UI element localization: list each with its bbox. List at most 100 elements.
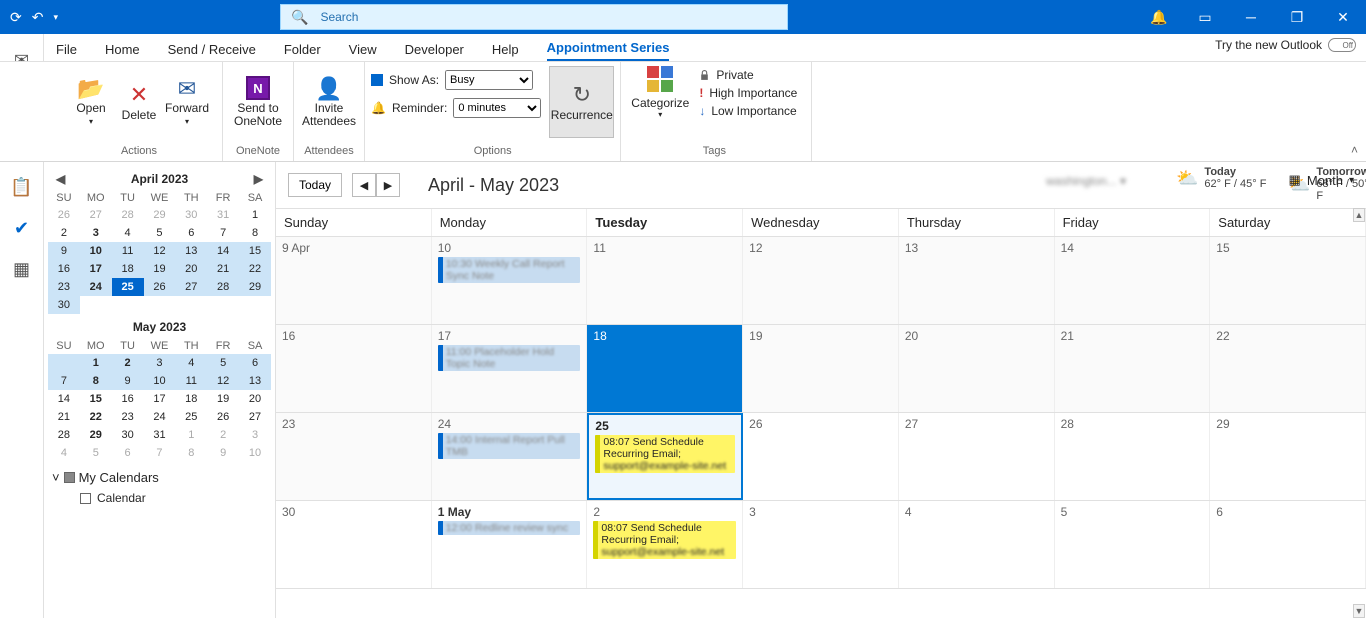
rail-todo-icon[interactable]: ✔ [0,218,43,239]
scroll-arrows[interactable]: ▲▼ [1352,208,1366,618]
calendar-title: April - May 2023 [428,175,559,196]
mini-month-april: April 2023 [131,172,188,186]
view-picker[interactable]: ▦ Month ▾ [1289,172,1354,188]
tab-help[interactable]: Help [492,42,519,61]
tab-view[interactable]: View [349,42,377,61]
next-period-button[interactable]: ▶ [376,173,400,197]
day-cell[interactable]: 1 May 12:00 Redline review sync [432,501,588,588]
show-as-select[interactable]: Busy [445,70,533,90]
search-icon: 🔍 [291,9,308,26]
tab-developer[interactable]: Developer [405,42,464,61]
lock-icon [699,70,710,81]
day-cell-today[interactable]: 25 08:07 Send Schedule Recurring Email;s… [587,413,743,500]
day-cell[interactable]: 30 [276,501,432,588]
rail-tasks-icon[interactable]: 📋 [0,177,43,198]
appointment-recurring[interactable]: 08:07 Send Schedule Recurring Email;supp… [593,521,736,559]
refresh-icon[interactable]: ⟳ [10,9,22,26]
open-button[interactable]: 📂Open▾ [66,66,116,136]
account-label[interactable]: washington... ▾ [1046,174,1126,188]
day-cell[interactable]: 17 11:00 Placeholder Hold Topic Note [432,325,588,412]
day-cell[interactable]: 27 [899,413,1055,500]
invite-attendees-button[interactable]: 👤 Invite Attendees [304,66,354,136]
notifications-icon[interactable]: 🔔 [1136,9,1182,26]
day-cell[interactable]: 10 10:30 Weekly Call Report Sync Note [432,237,588,324]
title-bar: ⟳ ↶ ▾ 🔍 Search 🔔 ▭ ─ ❐ ✕ [0,0,1366,34]
day-cell[interactable]: 9 Apr [276,237,432,324]
onenote-icon: N [246,74,270,102]
appointment-recurring[interactable]: 08:07 Send Schedule Recurring Email;supp… [595,435,735,473]
day-cell[interactable]: 3 [743,501,899,588]
tab-file[interactable]: File [56,42,77,61]
day-cell[interactable]: 24 14:00 Internal Report Pull TMB [432,413,588,500]
tablet-mode-icon[interactable]: ▭ [1182,9,1228,26]
busy-color-icon [371,74,383,86]
day-cell[interactable]: 19 [743,325,899,412]
search-box[interactable]: 🔍 Search [280,4,788,30]
group-tags-label: Tags [703,145,726,159]
minimize-icon[interactable]: ─ [1228,9,1274,25]
day-cell[interactable]: 21 [1055,325,1211,412]
mini-calendar-april[interactable]: SUMOTUWETHFRSA 2627282930311 2345678 910… [48,190,271,314]
day-cell[interactable]: 4 [899,501,1055,588]
high-importance-icon: ! [699,86,703,100]
person-add-icon: 👤 [315,74,342,102]
high-importance-button[interactable]: !High Importance [699,86,797,100]
group-attendees-label: Attendees [304,145,354,159]
maximize-icon[interactable]: ❐ [1274,9,1320,26]
chevron-down-icon: ▾ [1349,175,1354,186]
scroll-up-icon: ▲ [1353,208,1365,222]
day-cell[interactable]: 20 [899,325,1055,412]
appointment[interactable]: 12:00 Redline review sync [438,521,581,535]
close-icon[interactable]: ✕ [1320,9,1366,26]
appointment[interactable]: 14:00 Internal Report Pull TMB [438,433,581,459]
reminder-select[interactable]: 0 minutes [453,98,541,118]
tab-folder[interactable]: Folder [284,42,321,61]
day-cell[interactable]: 6 [1210,501,1366,588]
prev-period-button[interactable]: ◀ [352,173,376,197]
day-cell-selected[interactable]: 18 [587,325,743,412]
scroll-down-icon: ▼ [1353,604,1365,618]
qat-more-icon[interactable]: ▾ [53,12,58,23]
day-cell[interactable]: 28 [1055,413,1211,500]
categories-icon [647,66,673,92]
send-onenote-button[interactable]: N Send to OneNote [233,66,283,136]
forward-button[interactable]: ✉Forward▾ [162,66,212,136]
categorize-button[interactable]: Categorize▾ [631,66,689,119]
tab-home[interactable]: Home [105,42,140,61]
mini-calendar-may[interactable]: SUMOTUWETHFRSA 123456 78910111213 141516… [48,338,271,462]
weather-today[interactable]: ⛅ Today62° F / 45° F [1176,166,1266,190]
day-cell[interactable]: 23 [276,413,432,500]
rail-more-icon[interactable]: ▦ [0,259,43,280]
toggle-off[interactable]: Off [1328,38,1356,52]
day-cell[interactable]: 12 [743,237,899,324]
day-cell[interactable]: 14 [1055,237,1211,324]
appointment[interactable]: 11:00 Placeholder Hold Topic Note [438,345,581,371]
reminder-label: Reminder: [392,101,447,115]
low-importance-button[interactable]: ↓Low Importance [699,104,797,118]
today-button[interactable]: Today [288,173,342,197]
undo-icon[interactable]: ↶ [32,9,44,26]
next-month-icon[interactable]: ▶ [254,172,263,186]
recurrence-button[interactable]: ↻ Recurrence [549,66,614,138]
prev-month-icon[interactable]: ◀ [56,172,65,186]
day-cell[interactable]: 5 [1055,501,1211,588]
day-cell[interactable]: 26 [743,413,899,500]
calendar-item[interactable]: Calendar [52,491,267,505]
day-cell[interactable]: 16 [276,325,432,412]
appointment[interactable]: 10:30 Weekly Call Report Sync Note [438,257,581,283]
my-calendars-header[interactable]: ˅My Calendars [52,470,267,485]
delete-button[interactable]: ✕Delete [118,66,160,136]
day-cell[interactable]: 2 08:07 Send Schedule Recurring Email;su… [587,501,743,588]
day-cell[interactable]: 11 [587,237,743,324]
day-cell[interactable]: 29 [1210,413,1366,500]
day-cell[interactable]: 13 [899,237,1055,324]
private-button[interactable]: Private [699,68,797,82]
tab-appointment-series[interactable]: Appointment Series [547,40,670,61]
try-new-outlook[interactable]: Try the new Outlook Off [1215,38,1356,52]
collapse-ribbon-icon[interactable]: ˄ [1351,143,1358,157]
tab-send-receive[interactable]: Send / Receive [168,42,256,61]
forward-icon: ✉ [178,74,196,102]
day-cell[interactable]: 15 [1210,237,1366,324]
day-cell[interactable]: 22 [1210,325,1366,412]
recurrence-icon: ↻ [573,82,591,108]
